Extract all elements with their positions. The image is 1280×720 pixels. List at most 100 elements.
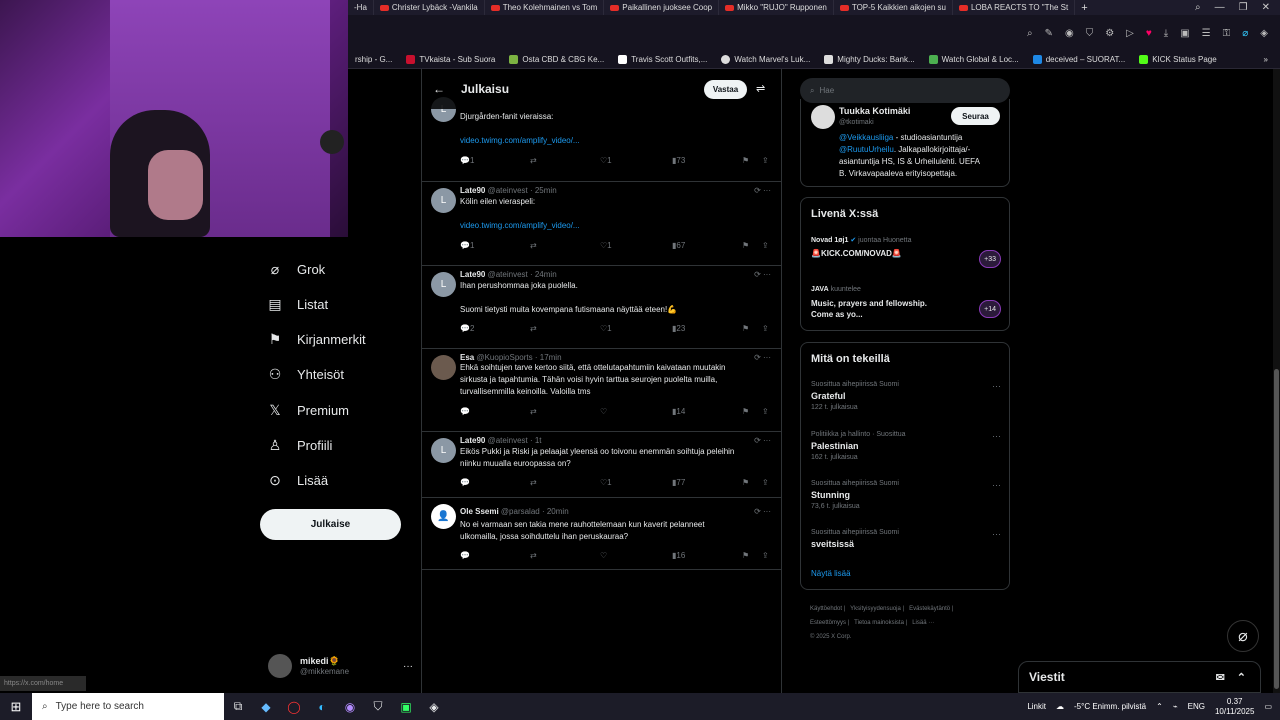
filter-icon[interactable]: ⇌ [756, 82, 765, 95]
browser-tab[interactable]: Theo Kolehmainen vs Tom [485, 0, 605, 15]
live-space[interactable]: Novad 1øj1 ✔ juontaa Huonetta 🚨KICK.COM/… [811, 236, 1001, 276]
show-more-link[interactable]: Näytä lisää [811, 569, 851, 578]
repost-icon[interactable]: ⇄ [530, 241, 537, 250]
tweet[interactable]: L Late90 @ateinvest · 25min ⟳ ··· Kölin … [422, 182, 781, 266]
profile-card[interactable]: Tuukka Kotimäki @tkotimaki Seuraa @Veikk… [800, 99, 1010, 187]
sidebar-item-grok[interactable]: ⌀ Grok [267, 261, 325, 277]
avatar[interactable]: L [431, 272, 456, 297]
tweet-menu-icon[interactable]: ⟳ ··· [754, 353, 771, 362]
tweet-menu-icon[interactable]: ⟳ ··· [754, 507, 771, 516]
download-icon[interactable]: ⤓ [1164, 28, 1168, 39]
sidebar-item-bookmarks[interactable]: ⚑ Kirjanmerkit [267, 331, 366, 347]
tweet-link[interactable]: video.twimg.com/amplify_video/... [460, 136, 580, 145]
play-icon[interactable]: ▷ [1126, 28, 1134, 39]
footer-link[interactable]: Tietoa mainoksista [854, 620, 904, 626]
lock-icon[interactable]: ⚿ [1223, 28, 1231, 39]
reply-action[interactable]: 💬 1 [460, 156, 474, 165]
sidebar-item-profile[interactable]: ♙ Profiili [267, 437, 333, 453]
browser-tab[interactable]: Christer Lybäck -Vankila [374, 0, 485, 15]
browser-tab[interactable]: LOBA REACTS TO "The St [953, 0, 1076, 15]
avatar[interactable]: L [431, 438, 456, 463]
messages-drawer[interactable]: Viestit ✉ ⌃ [1018, 661, 1261, 693]
reply-button[interactable]: Vastaa [704, 80, 747, 99]
share-icon[interactable]: ⇪ [762, 478, 769, 487]
repost-icon[interactable]: ⇄ [530, 324, 537, 333]
footer-link[interactable]: Käyttöehdot [810, 606, 842, 612]
minimize-button[interactable]: — [1215, 2, 1225, 13]
weather-icon[interactable]: ☁ [1056, 702, 1064, 711]
share-icon[interactable]: ⇪ [762, 241, 769, 250]
share-icon[interactable]: ⇪ [762, 551, 769, 560]
bookmark[interactable]: Travis Scott Outfits,... [611, 55, 714, 64]
sidebar-item-premium[interactable]: 𝕏 Premium [267, 402, 349, 418]
task-view-icon[interactable]: ⧉ [224, 693, 252, 720]
trend-item[interactable]: Suosittua aihepiirissä Suomi Stunning 73… [811, 480, 1001, 510]
search-icon[interactable]: ⌕ [1027, 28, 1033, 39]
tweet[interactable]: L Late90 @ateinvest · 1t ⟳ ··· Eikös Puk… [422, 432, 781, 498]
account-switcher[interactable]: mikedi🌻 @mikkemane ··· [268, 650, 413, 682]
trend-item[interactable]: Politiikka ja hallinto · Suosittua Pales… [811, 431, 1001, 461]
follow-button[interactable]: Seuraa [951, 107, 1000, 125]
notification-icon[interactable]: ▭ [1264, 702, 1272, 711]
scrollbar-thumb[interactable] [1274, 369, 1279, 689]
share-icon[interactable]: ⇪ [762, 407, 769, 416]
opera-icon[interactable]: ◯ [280, 693, 308, 720]
like-action[interactable]: ♡ 1 [600, 241, 612, 250]
sidebar-item-more[interactable]: ⊙ Lisää [267, 472, 328, 488]
language-indicator[interactable]: ENG [1188, 702, 1205, 711]
search-tabs-icon[interactable]: ⌕ [1195, 2, 1201, 13]
footer-link[interactable]: Evästekäytäntö [909, 606, 950, 612]
clock[interactable]: 0.37 10/11/2025 [1215, 697, 1254, 717]
views-action[interactable]: ▮ 23 [672, 324, 685, 333]
footer-link[interactable]: Lisää ··· [912, 620, 934, 626]
grok-icon[interactable]: ⌀ [1242, 28, 1248, 39]
avatar[interactable] [431, 355, 456, 380]
tweet-link[interactable]: video.twimg.com/amplify_video/... [460, 221, 580, 230]
weather-text[interactable]: -5°C Enimm. pilvistä [1074, 702, 1146, 711]
trend-item[interactable]: Suosittua aihepiirissä Suomi Grateful 12… [811, 381, 1001, 411]
browser-tab[interactable]: TOP-5 Kaikkien aikojen su [834, 0, 953, 15]
more-dots-icon[interactable]: ··· [992, 480, 1001, 490]
close-window-button[interactable]: ✕ [1262, 2, 1270, 13]
share-icon[interactable]: ⇪ [762, 156, 769, 165]
tweet-menu-icon[interactable]: ⟳ ··· [754, 436, 771, 445]
bookmark[interactable]: Osta CBD & CBG Ke... [502, 55, 611, 64]
reply-action[interactable]: 💬 1 [460, 241, 474, 250]
bookmark[interactable]: KICK Status Page [1132, 55, 1223, 64]
browser-tab[interactable]: Mikko "RUJO" Rupponen [719, 0, 834, 15]
more-dots-icon[interactable]: ··· [403, 661, 413, 672]
reply-icon[interactable]: 💬 [460, 478, 470, 487]
bookmark[interactable]: Mighty Ducks: Bank... [817, 55, 921, 64]
app-icon[interactable]: ◆ [252, 693, 280, 720]
post-button[interactable]: Julkaise [260, 509, 401, 540]
compose-message-icon[interactable]: ✉ [1216, 671, 1225, 684]
taskbar-search-input[interactable]: ⌕ Type here to search [32, 693, 224, 720]
restore-button[interactable]: ❐ [1239, 2, 1248, 13]
reply-icon[interactable]: 💬 [460, 407, 470, 416]
share-icon[interactable]: ⇪ [762, 324, 769, 333]
shield-icon[interactable]: ⛉ [1086, 28, 1094, 39]
terminal-icon[interactable]: ▣ [392, 693, 420, 720]
repost-icon[interactable]: ⇄ [530, 156, 537, 165]
bookmark-icon[interactable]: ⚑ [742, 478, 749, 487]
avatar[interactable]: L [431, 188, 456, 213]
repost-icon[interactable]: ⇄ [530, 478, 537, 487]
expand-icon[interactable]: ⌃ [1237, 671, 1246, 684]
footer-link[interactable]: Yksityisyydensuoja [850, 606, 901, 612]
scrollbar[interactable] [1273, 69, 1280, 693]
views-action[interactable]: ▮ 73 [672, 156, 685, 165]
trend-item[interactable]: Suosittua aihepiirissä Suomi sveitsissä … [811, 529, 1001, 549]
like-action[interactable]: ♡ 1 [600, 478, 612, 487]
views-action[interactable]: ▮ 14 [672, 407, 685, 416]
bookmark[interactable]: TVkaista - Sub Suora [399, 55, 502, 64]
grok-fab-button[interactable]: ⌀ [1227, 620, 1259, 652]
settings-icon[interactable]: ⚙ [1105, 28, 1114, 39]
avatar[interactable] [811, 105, 835, 129]
discord-icon[interactable]: ◉ [336, 693, 364, 720]
bio-mention[interactable]: @RuutuUrheilu [839, 145, 894, 154]
reply-icon[interactable]: 💬 [460, 551, 470, 560]
like-action[interactable]: ♡ 1 [600, 156, 612, 165]
bookmark[interactable]: deceived – SUORAT... [1026, 55, 1132, 64]
chevron-right-icon[interactable]: » [1264, 55, 1280, 64]
bookmark[interactable]: rship - G... [348, 55, 399, 64]
